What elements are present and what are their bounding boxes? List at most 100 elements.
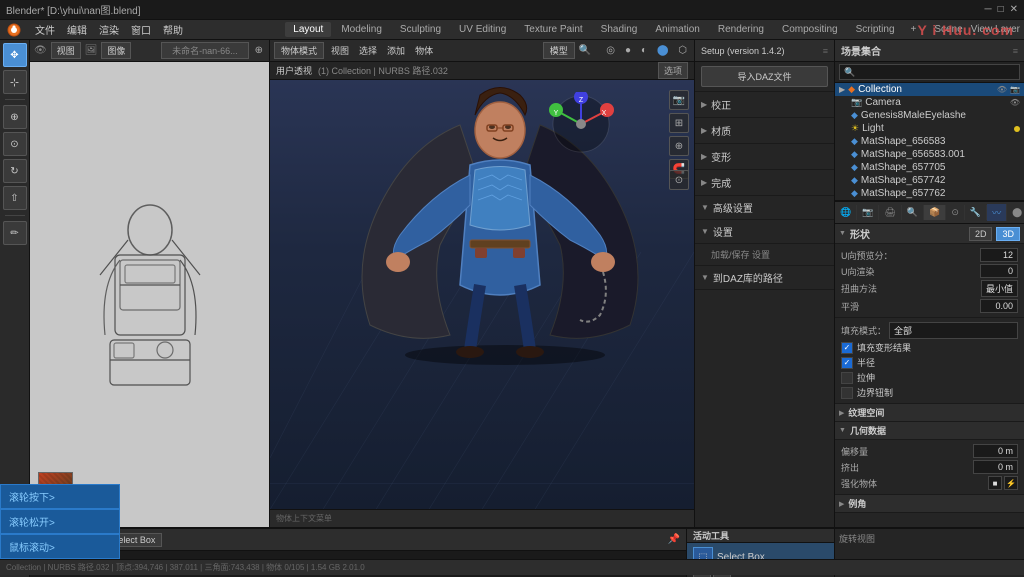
camera-view-btn[interactable]: 📷 bbox=[669, 90, 689, 110]
tool-cursor[interactable]: ⊹ bbox=[3, 70, 27, 94]
daz-section-correct[interactable]: ▶ 校正 bbox=[695, 92, 834, 118]
scene-item-mat1[interactable]: ◆ MatShape_656583 bbox=[835, 135, 1024, 148]
scroll-down-btn[interactable]: 滚轮按下> bbox=[0, 484, 120, 509]
render-preview[interactable]: ● bbox=[622, 45, 634, 56]
blender-icon[interactable] bbox=[4, 22, 24, 38]
daz-section-morph[interactable]: ▶ 变形 bbox=[695, 144, 834, 170]
eye-icon-cam[interactable]: 👁 bbox=[1010, 98, 1020, 107]
daz-section-finish[interactable]: ▶ 完成 bbox=[695, 170, 834, 196]
menu-window[interactable]: 窗口 bbox=[126, 22, 156, 37]
scroll-up-btn[interactable]: 滚轮松开> bbox=[0, 509, 120, 534]
daz-path[interactable]: ▼ 到DAZ库的路径 bbox=[695, 266, 834, 290]
data-tab-active[interactable]: 〰 bbox=[987, 204, 1007, 221]
proportional-btn[interactable]: ⊙ bbox=[669, 170, 689, 190]
menu-file[interactable]: 文件 bbox=[30, 22, 60, 37]
menu-edit[interactable]: 编辑 bbox=[62, 22, 92, 37]
tool-annotate[interactable]: ✏ bbox=[3, 221, 27, 245]
scroll-move-btn[interactable]: 鼠标滚动> bbox=[0, 534, 120, 559]
tab-modeling[interactable]: Modeling bbox=[333, 22, 390, 37]
render-props-tab[interactable]: 📷 bbox=[857, 205, 879, 220]
daz-advanced[interactable]: ▼ 高级设置 bbox=[695, 196, 834, 220]
menu-render[interactable]: 渲染 bbox=[94, 22, 124, 37]
extrude-input[interactable] bbox=[973, 460, 1018, 474]
corner-header[interactable]: ▶ 例角 bbox=[835, 495, 1024, 513]
tool-move[interactable]: ✥ bbox=[3, 43, 27, 67]
view-menu-btn[interactable]: 视图 bbox=[328, 44, 352, 57]
scene-col-tab[interactable]: 📦 bbox=[924, 205, 946, 220]
scene-item-eyelash[interactable]: ◆ Genesis8MaleEyelashe bbox=[835, 109, 1024, 122]
tab-animation[interactable]: Animation bbox=[647, 22, 707, 37]
fill-deform-row[interactable]: ✓ 填充变形结果 bbox=[841, 340, 1018, 355]
tilt-val[interactable]: 最小值 bbox=[981, 280, 1018, 297]
scene-item-mat5[interactable]: ◆ MatShape_657762 bbox=[835, 187, 1024, 200]
fill-mode-val[interactable]: 全部 bbox=[889, 322, 1018, 339]
image-label[interactable]: 图像 bbox=[101, 42, 131, 59]
daz-options[interactable]: ≡ bbox=[823, 46, 828, 56]
zoom-btn[interactable]: ⊕ bbox=[253, 45, 265, 56]
search-vp[interactable]: 🔍 bbox=[579, 45, 591, 56]
scene-item-mat3[interactable]: ◆ MatShape_657705 bbox=[835, 161, 1024, 174]
options-btn[interactable]: 选项 bbox=[658, 62, 688, 79]
shape-section-header[interactable]: ▼ 形状 2D 3D bbox=[835, 224, 1024, 244]
u-render-input[interactable] bbox=[980, 264, 1018, 278]
viewport-scene[interactable]: X Y Z 📷 ⊞ ⊕ 🧲 bbox=[270, 80, 694, 509]
scene-item-collection[interactable]: ▶ ◆ Collection 👁 📷 bbox=[835, 83, 1024, 96]
scene-item-mat2[interactable]: ◆ MatShape_656583.001 bbox=[835, 148, 1024, 161]
bevel-apply-btn[interactable]: ⚡ bbox=[1004, 476, 1018, 490]
offset-input[interactable] bbox=[973, 444, 1018, 458]
btn-3d[interactable]: 3D bbox=[996, 227, 1020, 241]
fill-deform-checkbox[interactable]: ✓ bbox=[841, 342, 853, 354]
scene-item-mat4[interactable]: ◆ MatShape_657742 bbox=[835, 174, 1024, 187]
object-menu-btn[interactable]: 物体 bbox=[412, 44, 436, 57]
tool-rotate[interactable]: ↻ bbox=[3, 159, 27, 183]
tab-texture-paint[interactable]: Texture Paint bbox=[516, 22, 590, 37]
view-props-tab[interactable]: 🔍 bbox=[902, 205, 924, 220]
tab-scripting[interactable]: Scripting bbox=[848, 22, 903, 37]
texture-space-header[interactable]: ▶ 纹理空间 bbox=[835, 404, 1024, 422]
menu-help[interactable]: 帮助 bbox=[158, 22, 188, 37]
maximize-btn[interactable]: □ bbox=[998, 4, 1004, 15]
view-label[interactable]: 视图 bbox=[51, 42, 81, 59]
stretch-checkbox[interactable] bbox=[841, 372, 853, 384]
path-checkbox[interactable]: ✓ bbox=[841, 357, 853, 369]
unnamed-img[interactable]: 未命名-nan-66... bbox=[161, 42, 249, 59]
u-preview-input[interactable] bbox=[980, 248, 1018, 262]
render-icon-c[interactable]: 📷 bbox=[1010, 85, 1020, 94]
scene-options[interactable]: ≡ bbox=[1013, 46, 1018, 56]
bound-row[interactable]: 边界钮制 bbox=[841, 385, 1018, 400]
tab-add[interactable]: + bbox=[905, 22, 923, 37]
toggle-overlays-btn[interactable]: ⊞ bbox=[669, 113, 689, 133]
tab-uv-editing[interactable]: UV Editing bbox=[451, 22, 514, 37]
solid-view[interactable]: ⬤ bbox=[654, 45, 671, 56]
timeline-pin[interactable]: 📌 bbox=[668, 534, 680, 545]
xray-toggle[interactable]: ◎ bbox=[603, 45, 618, 56]
output-props-tab[interactable]: 🖨 bbox=[879, 205, 901, 220]
tab-layout[interactable]: Layout bbox=[285, 22, 331, 37]
tool-zoom[interactable]: ⊙ bbox=[3, 132, 27, 156]
path-row[interactable]: ✓ 半径 bbox=[841, 355, 1018, 370]
daz-loadsave[interactable]: 加载/保存 设置 bbox=[695, 244, 834, 266]
object-props-tab[interactable]: ⊙ bbox=[946, 205, 965, 220]
daz-section-material[interactable]: ▶ 材质 bbox=[695, 118, 834, 144]
scene-props-tab[interactable]: 🌐 bbox=[835, 205, 857, 220]
scene-item-light[interactable]: ☀ Light bbox=[835, 122, 1024, 135]
bound-checkbox[interactable] bbox=[841, 387, 853, 399]
tab-sculpting[interactable]: Sculpting bbox=[392, 22, 449, 37]
add-menu-btn[interactable]: 添加 bbox=[384, 44, 408, 57]
stretch-row[interactable]: 拉伸 bbox=[841, 370, 1018, 385]
modifier-tab[interactable]: 🔧 bbox=[965, 205, 987, 220]
btn-2d[interactable]: 2D bbox=[969, 227, 993, 241]
material-preview[interactable]: ◐ bbox=[638, 45, 650, 56]
eye-icon-c[interactable]: 👁 bbox=[997, 85, 1007, 94]
tab-rendering[interactable]: Rendering bbox=[710, 22, 772, 37]
mode-select[interactable]: 物体模式 bbox=[274, 42, 324, 59]
wireframe-view[interactable]: ⬡ bbox=[675, 45, 690, 56]
select-menu-btn[interactable]: 选择 bbox=[356, 44, 380, 57]
geo-data-header[interactable]: ▼ 几何数据 bbox=[835, 422, 1024, 440]
smooth-input[interactable] bbox=[980, 299, 1018, 313]
tab-shading[interactable]: Shading bbox=[593, 22, 646, 37]
scene-item-camera[interactable]: 📷 Camera 👁 bbox=[835, 96, 1024, 109]
tool-fly[interactable]: ⇧ bbox=[3, 186, 27, 210]
overlay-toggle[interactable]: 模型 bbox=[543, 42, 575, 59]
daz-settings[interactable]: ▼ 设置 bbox=[695, 220, 834, 244]
